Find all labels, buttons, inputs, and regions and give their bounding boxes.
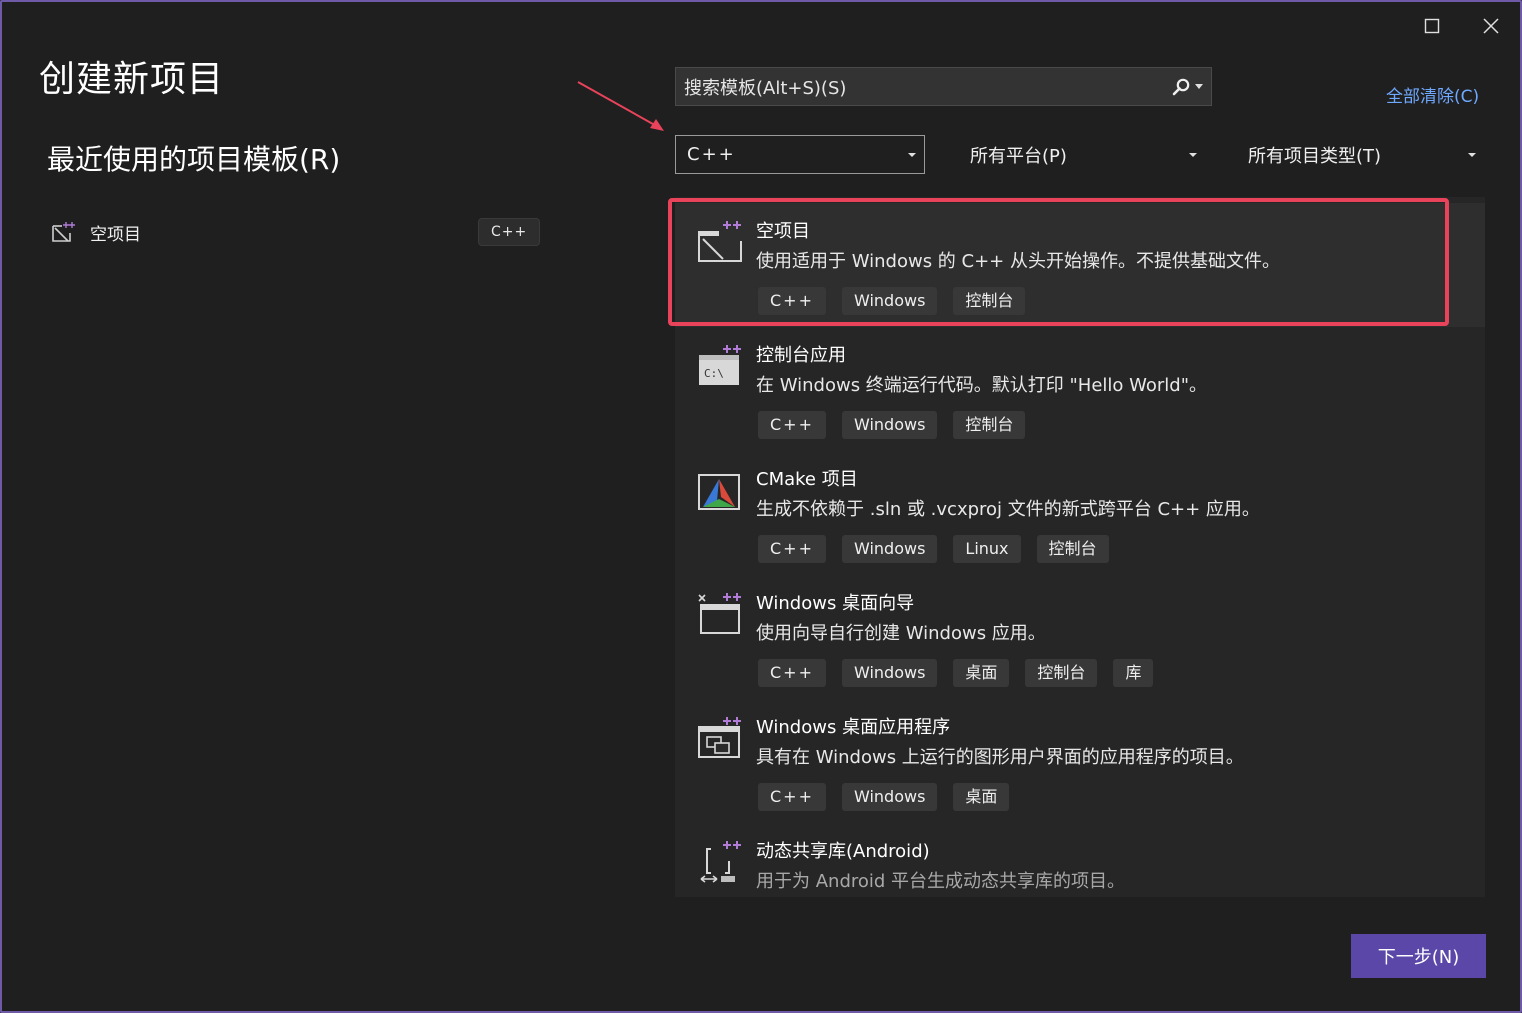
template-tags: C++ Windows Linux 控制台 bbox=[758, 535, 1109, 563]
annotation-arrow bbox=[577, 81, 664, 131]
empty-project-icon bbox=[52, 222, 75, 242]
template-desktop-wizard[interactable]: Windows 桌面向导 使用向导自行创建 Windows 应用。 C++ Wi… bbox=[675, 575, 1485, 699]
template-name: 空项目 bbox=[756, 221, 810, 242]
template-empty-project[interactable]: 空项目 使用适用于 Windows 的 C++ 从头开始操作。不提供基础文件。 … bbox=[675, 203, 1485, 327]
project-type-filter-dropdown[interactable]: 所有项目类型(T) bbox=[1238, 135, 1484, 174]
search-icon bbox=[1172, 78, 1190, 95]
tag: Windows bbox=[841, 287, 938, 315]
tag: 控制台 bbox=[953, 287, 1026, 315]
template-desktop-application[interactable]: Windows 桌面应用程序 具有在 Windows 上运行的图形用户界面的应用… bbox=[675, 699, 1485, 823]
recent-item-empty-project[interactable]: 空项目 C++ bbox=[46, 212, 542, 252]
template-name: Windows 桌面应用程序 bbox=[756, 717, 951, 738]
template-android-dynamic-library[interactable]: 动态共享库(Android) 用于为 Android 平台生成动态共享库的项目。 bbox=[675, 823, 1485, 897]
create-project-dialog: 创建新项目 最近使用的项目模板(R) 空项目 C++ 搜索模板(Alt+S)(S… bbox=[0, 0, 1522, 1013]
template-name: 控制台应用 bbox=[756, 345, 846, 366]
chevron-down-icon bbox=[1195, 83, 1203, 89]
template-description: 生成不依赖于 .sln 或 .vcxproj 文件的新式跨平台 C++ 应用。 bbox=[756, 499, 1260, 520]
template-name: CMake 项目 bbox=[756, 469, 858, 490]
language-filter-dropdown[interactable]: C++ bbox=[675, 135, 925, 174]
tag: Windows bbox=[841, 783, 938, 811]
tag: Windows bbox=[841, 659, 938, 687]
template-tags: C++ Windows 控制台 bbox=[758, 287, 1026, 315]
svg-text:C:\: C:\ bbox=[704, 367, 724, 380]
template-cmake-project[interactable]: CMake 项目 生成不依赖于 .sln 或 .vcxproj 文件的新式跨平台… bbox=[675, 451, 1485, 575]
recent-templates-heading: 最近使用的项目模板(R) bbox=[47, 143, 341, 176]
tag: 库 bbox=[1113, 659, 1154, 687]
tag: C++ bbox=[758, 411, 826, 439]
chevron-down-icon bbox=[1189, 152, 1197, 157]
empty-project-icon bbox=[698, 221, 742, 262]
search-input[interactable]: 搜索模板(Alt+S)(S) bbox=[684, 74, 1163, 100]
tag: 桌面 bbox=[953, 783, 1010, 811]
clear-all-link[interactable]: 全部清除(C) bbox=[1386, 82, 1479, 107]
template-description: 用于为 Android 平台生成动态共享库的项目。 bbox=[756, 871, 1126, 892]
template-name: 动态共享库(Android) bbox=[756, 841, 930, 862]
search-options-button[interactable] bbox=[1163, 68, 1211, 105]
maximize-button[interactable] bbox=[1416, 10, 1448, 42]
tag: C++ bbox=[758, 659, 826, 687]
tag: 控制台 bbox=[1036, 535, 1109, 563]
search-box[interactable]: 搜索模板(Alt+S)(S) bbox=[675, 67, 1212, 106]
language-filter-value: C++ bbox=[687, 144, 736, 165]
tag: Linux bbox=[953, 535, 1021, 563]
template-console-app[interactable]: C:\ 控制台应用 在 Windows 终端运行代码。默认打印 "Hello W… bbox=[675, 327, 1485, 451]
template-description: 具有在 Windows 上运行的图形用户界面的应用程序的项目。 bbox=[756, 747, 1244, 768]
template-description: 在 Windows 终端运行代码。默认打印 "Hello World"。 bbox=[756, 375, 1208, 396]
android-library-icon bbox=[700, 841, 741, 883]
tag: C++ bbox=[758, 287, 826, 315]
desktop-wizard-icon bbox=[698, 593, 741, 634]
next-button[interactable]: 下一步(N) bbox=[1351, 934, 1486, 978]
tag: C++ bbox=[758, 783, 826, 811]
tag: C++ bbox=[758, 535, 826, 563]
chevron-down-icon bbox=[1468, 152, 1476, 157]
tag: Windows bbox=[841, 411, 938, 439]
template-description: 使用适用于 Windows 的 C++ 从头开始操作。不提供基础文件。 bbox=[756, 251, 1280, 272]
template-list[interactable]: 空项目 使用适用于 Windows 的 C++ 从头开始操作。不提供基础文件。 … bbox=[675, 197, 1485, 897]
project-type-filter-value: 所有项目类型(T) bbox=[1248, 145, 1382, 167]
platform-filter-value: 所有平台(P) bbox=[970, 145, 1067, 167]
cmake-icon bbox=[698, 474, 740, 510]
template-name: Windows 桌面向导 bbox=[756, 593, 915, 614]
maximize-icon bbox=[1424, 18, 1440, 34]
recent-item-label: 空项目 bbox=[90, 224, 141, 245]
tag: Windows bbox=[841, 535, 938, 563]
platform-filter-dropdown[interactable]: 所有平台(P) bbox=[960, 135, 1205, 174]
dialog-title: 创建新项目 bbox=[39, 59, 225, 100]
template-tags: C++ Windows 桌面 bbox=[758, 783, 1010, 811]
tag: 控制台 bbox=[1025, 659, 1098, 687]
console-app-icon: C:\ bbox=[699, 345, 741, 385]
recent-item-tag: C++ bbox=[478, 218, 541, 246]
template-tags: C++ Windows 桌面 控制台 库 bbox=[758, 659, 1154, 687]
close-icon bbox=[1483, 18, 1499, 34]
template-description: 使用向导自行创建 Windows 应用。 bbox=[756, 623, 1046, 644]
template-tags: C++ Windows 控制台 bbox=[758, 411, 1026, 439]
tag: 桌面 bbox=[953, 659, 1010, 687]
desktop-app-icon bbox=[698, 717, 741, 758]
chevron-down-icon bbox=[908, 152, 916, 157]
close-button[interactable] bbox=[1475, 10, 1507, 42]
tag: 控制台 bbox=[953, 411, 1026, 439]
